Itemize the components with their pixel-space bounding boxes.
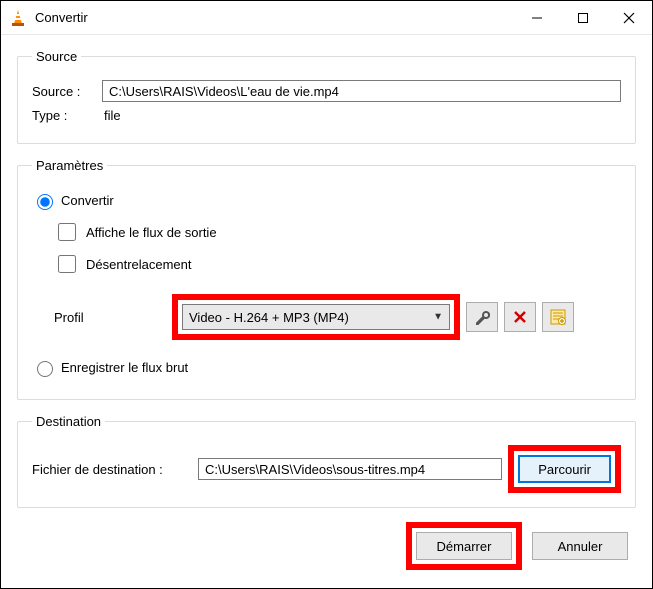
list-new-icon	[550, 309, 566, 325]
radio-raw-dump-input[interactable]	[37, 361, 53, 377]
check-deinterlace-input[interactable]	[58, 255, 76, 273]
source-input[interactable]	[102, 80, 621, 102]
radio-raw-dump-label: Enregistrer le flux brut	[61, 360, 188, 375]
delete-profile-button[interactable]	[504, 302, 536, 332]
radio-convert-input[interactable]	[37, 194, 53, 210]
browse-highlight: Parcourir	[508, 445, 621, 493]
minimize-button[interactable]	[514, 1, 560, 35]
params-legend: Paramètres	[32, 158, 107, 173]
destination-group: Destination Fichier de destination : Par…	[17, 414, 636, 508]
source-label: Source :	[32, 84, 102, 99]
vlc-cone-icon	[9, 9, 27, 27]
close-button[interactable]	[606, 1, 652, 35]
titlebar: Convertir	[1, 1, 652, 35]
new-profile-button[interactable]	[542, 302, 574, 332]
radio-raw-dump[interactable]: Enregistrer le flux brut	[32, 358, 621, 377]
check-deinterlace-label: Désentrelacement	[86, 257, 192, 272]
edit-profile-button[interactable]	[466, 302, 498, 332]
maximize-button[interactable]	[560, 1, 606, 35]
type-label: Type :	[32, 108, 102, 123]
start-highlight: Démarrer	[406, 522, 522, 570]
chevron-down-icon: ▼	[433, 312, 443, 323]
browse-button[interactable]: Parcourir	[518, 455, 611, 483]
check-deinterlace[interactable]: Désentrelacement	[54, 252, 621, 276]
profile-dropdown-value: Video - H.264 + MP3 (MP4)	[189, 310, 349, 325]
params-group: Paramètres Convertir Affiche le flux de …	[17, 158, 636, 400]
check-show-output-input[interactable]	[58, 223, 76, 241]
profile-highlight: Video - H.264 + MP3 (MP4) ▼	[172, 294, 460, 340]
check-show-output[interactable]: Affiche le flux de sortie	[54, 220, 621, 244]
dialog-footer: Démarrer Annuler	[17, 522, 636, 570]
destination-file-input[interactable]	[198, 458, 502, 480]
destination-file-label: Fichier de destination :	[32, 462, 192, 477]
cancel-button[interactable]: Annuler	[532, 532, 628, 560]
radio-convert[interactable]: Convertir	[32, 191, 621, 210]
radio-convert-label: Convertir	[61, 193, 114, 208]
start-button[interactable]: Démarrer	[416, 532, 512, 560]
delete-x-icon	[513, 310, 527, 324]
source-group: Source Source : Type : file	[17, 49, 636, 144]
profile-label: Profil	[32, 310, 172, 325]
destination-legend: Destination	[32, 414, 105, 429]
window-title: Convertir	[35, 10, 88, 25]
check-show-output-label: Affiche le flux de sortie	[86, 225, 217, 240]
type-value: file	[102, 108, 121, 123]
source-legend: Source	[32, 49, 81, 64]
profile-dropdown[interactable]: Video - H.264 + MP3 (MP4) ▼	[182, 304, 450, 330]
wrench-icon	[474, 309, 490, 325]
